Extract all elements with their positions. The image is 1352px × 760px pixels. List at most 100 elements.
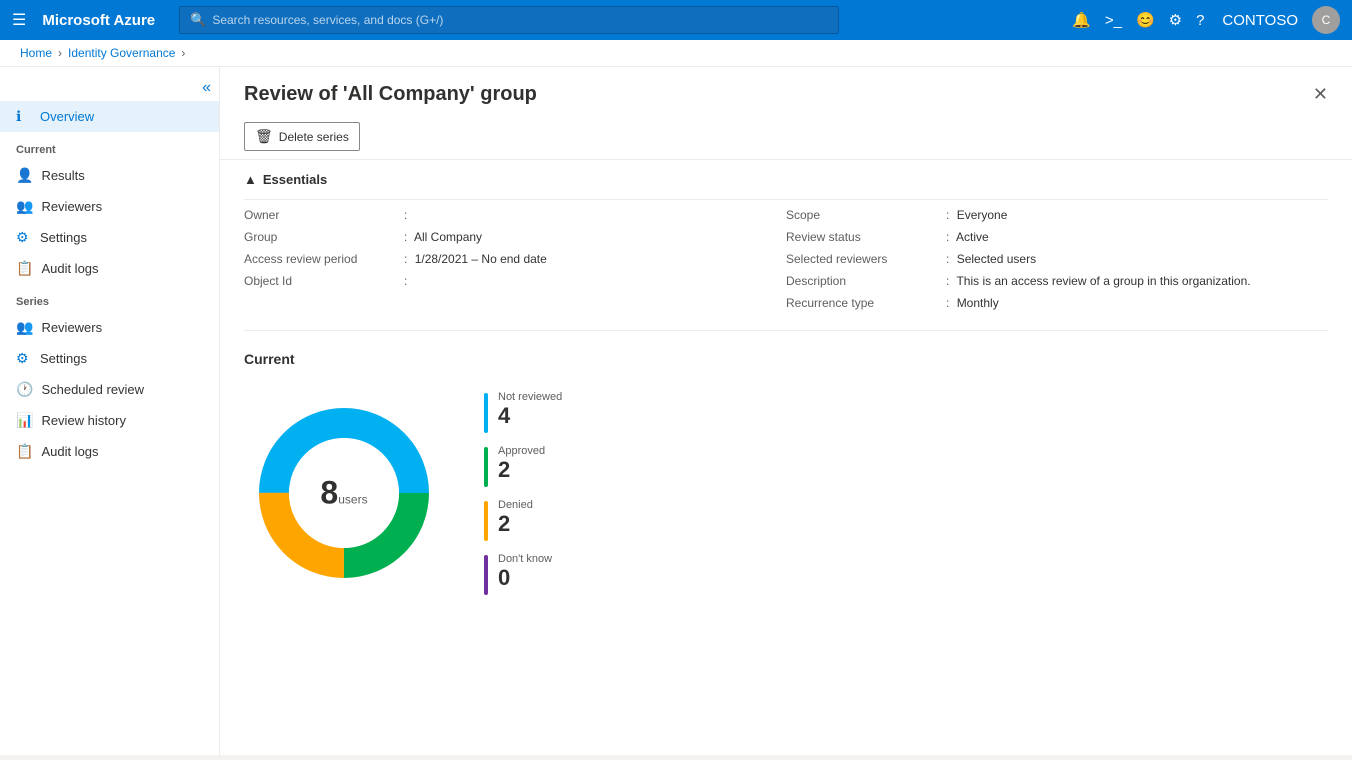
legend-item-approved: Approved 2 — [484, 445, 562, 487]
hamburger-menu[interactable]: ☰ — [12, 10, 26, 30]
page-title: Review of 'All Company' group — [244, 83, 537, 106]
current-section: Current — [220, 339, 1352, 615]
settings-icon[interactable]: ⚙ — [1169, 11, 1182, 29]
feedback-icon[interactable]: 😊 — [1136, 11, 1155, 29]
essentials-row-object-id: Object Id : — [244, 274, 786, 288]
access-review-period-label: Access review period — [244, 252, 404, 266]
overview-icon: ℹ — [16, 108, 32, 125]
sidebar-item-audit-logs-current[interactable]: 📋 Audit logs — [0, 253, 219, 284]
toolbar: 🗑 Delete series — [220, 114, 1352, 160]
notifications-icon[interactable]: 🔔 — [1072, 11, 1091, 29]
essentials-row-description: Description : This is an access review o… — [786, 274, 1328, 288]
denied-bar — [484, 501, 488, 541]
cloud-shell-icon[interactable]: >_ — [1105, 12, 1122, 29]
essentials-header[interactable]: ▲ Essentials — [244, 172, 1328, 187]
essentials-row-scope: Scope : Everyone — [786, 208, 1328, 222]
essentials-row-selected-reviewers: Selected reviewers : Selected users — [786, 252, 1328, 266]
top-nav: ☰ Microsoft Azure 🔍 🔔 >_ 😊 ⚙ ? CONTOSO C — [0, 0, 1352, 40]
legend-item-denied: Denied 2 — [484, 499, 562, 541]
nav-icons: 🔔 >_ 😊 ⚙ ? CONTOSO C — [1072, 6, 1340, 34]
sidebar-item-settings-series[interactable]: ⚙ Settings — [0, 343, 219, 374]
delete-series-label: Delete series — [279, 130, 349, 144]
section-divider — [244, 330, 1328, 331]
sidebar-item-settings-series-label: Settings — [40, 351, 87, 366]
sidebar-item-overview[interactable]: ℹ Overview — [0, 101, 219, 132]
essentials-section: ▲ Essentials Owner : Group — [220, 160, 1352, 322]
search-bar[interactable]: 🔍 — [179, 6, 839, 34]
search-icon: 🔍 — [190, 12, 206, 28]
sidebar-item-results-label: Results — [41, 168, 84, 183]
sidebar-item-reviewers-series[interactable]: 👥 Reviewers — [0, 312, 219, 343]
delete-series-icon: 🗑 — [255, 128, 273, 145]
access-review-period-value: : 1/28/2021 – No end date — [404, 252, 786, 266]
breadcrumb-home[interactable]: Home — [20, 46, 52, 60]
chart-area: 8users Not reviewed 4 — [244, 383, 1328, 603]
owner-value: : — [404, 208, 786, 222]
object-id-value: : — [404, 274, 786, 288]
dont-know-value: 0 — [498, 567, 552, 589]
sidebar: « ℹ Overview Current 👤 Results 👥 Reviewe… — [0, 67, 220, 755]
approved-label: Approved — [498, 445, 545, 457]
dont-know-bar — [484, 555, 488, 595]
essentials-collapse-icon: ▲ — [244, 172, 257, 187]
approved-value: 2 — [498, 459, 545, 481]
help-icon[interactable]: ? — [1196, 12, 1204, 29]
reviewers-current-icon: 👥 — [16, 198, 33, 215]
sidebar-item-settings-current[interactable]: ⚙ Settings — [0, 222, 219, 253]
results-icon: 👤 — [16, 167, 33, 184]
legend-item-not-reviewed: Not reviewed 4 — [484, 391, 562, 433]
sidebar-item-settings-current-label: Settings — [40, 230, 87, 245]
sidebar-section-series: Series — [0, 284, 219, 312]
review-status-value: : Active — [946, 230, 1328, 244]
review-status-label: Review status — [786, 230, 946, 244]
main-layout: « ℹ Overview Current 👤 Results 👥 Reviewe… — [0, 67, 1352, 755]
collapse-icon: « — [202, 79, 211, 97]
essentials-grid: Owner : Group : All Company — [244, 199, 1328, 310]
denied-value: 2 — [498, 513, 533, 535]
content-header: Review of 'All Company' group ✕ — [220, 67, 1352, 114]
legend-item-dont-know: Don't know 0 — [484, 553, 562, 595]
essentials-row-review-status: Review status : Active — [786, 230, 1328, 244]
settings-series-icon: ⚙ — [16, 350, 32, 367]
owner-label: Owner — [244, 208, 404, 222]
scheduled-review-icon: 🕐 — [16, 381, 33, 398]
audit-logs-current-icon: 📋 — [16, 260, 33, 277]
donut-svg — [244, 393, 444, 593]
scope-label: Scope — [786, 208, 946, 222]
selected-reviewers-label: Selected reviewers — [786, 252, 946, 266]
sidebar-item-scheduled-review[interactable]: 🕐 Scheduled review — [0, 374, 219, 405]
search-input[interactable] — [212, 13, 828, 27]
sidebar-item-review-history[interactable]: 📊 Review history — [0, 405, 219, 436]
avatar[interactable]: C — [1312, 6, 1340, 34]
denied-label: Denied — [498, 499, 533, 511]
not-reviewed-label: Not reviewed — [498, 391, 562, 403]
description-label: Description — [786, 274, 946, 288]
sidebar-section-current: Current — [0, 132, 219, 160]
sidebar-collapse-btn[interactable]: « — [0, 75, 219, 101]
essentials-row-group: Group : All Company — [244, 230, 786, 244]
sidebar-item-scheduled-review-label: Scheduled review — [41, 382, 144, 397]
sidebar-item-reviewers-series-label: Reviewers — [41, 320, 102, 335]
delete-series-button[interactable]: 🗑 Delete series — [244, 122, 360, 151]
essentials-col-right: Scope : Everyone Review status : Active — [786, 208, 1328, 310]
sidebar-item-reviewers-current[interactable]: 👥 Reviewers — [0, 191, 219, 222]
brand-name: Microsoft Azure — [42, 12, 155, 29]
group-value: : All Company — [404, 230, 786, 244]
sidebar-item-results[interactable]: 👤 Results — [0, 160, 219, 191]
settings-current-icon: ⚙ — [16, 229, 32, 246]
current-section-title: Current — [244, 351, 1328, 367]
dont-know-label: Don't know — [498, 553, 552, 565]
object-id-label: Object Id — [244, 274, 404, 288]
essentials-row-owner: Owner : — [244, 208, 786, 222]
breadcrumb-parent[interactable]: Identity Governance — [68, 46, 175, 60]
sidebar-item-reviewers-current-label: Reviewers — [41, 199, 102, 214]
description-value: : This is an access review of a group in… — [946, 274, 1328, 288]
sidebar-item-review-history-label: Review history — [41, 413, 126, 428]
essentials-title: Essentials — [263, 172, 327, 187]
close-button[interactable]: ✕ — [1313, 84, 1328, 105]
donut-chart: 8users — [244, 393, 444, 593]
breadcrumb-sep1: › — [58, 46, 62, 60]
essentials-col-left: Owner : Group : All Company — [244, 208, 786, 310]
essentials-row-access-review-period: Access review period : 1/28/2021 – No en… — [244, 252, 786, 266]
sidebar-item-audit-logs-series[interactable]: 📋 Audit logs — [0, 436, 219, 467]
